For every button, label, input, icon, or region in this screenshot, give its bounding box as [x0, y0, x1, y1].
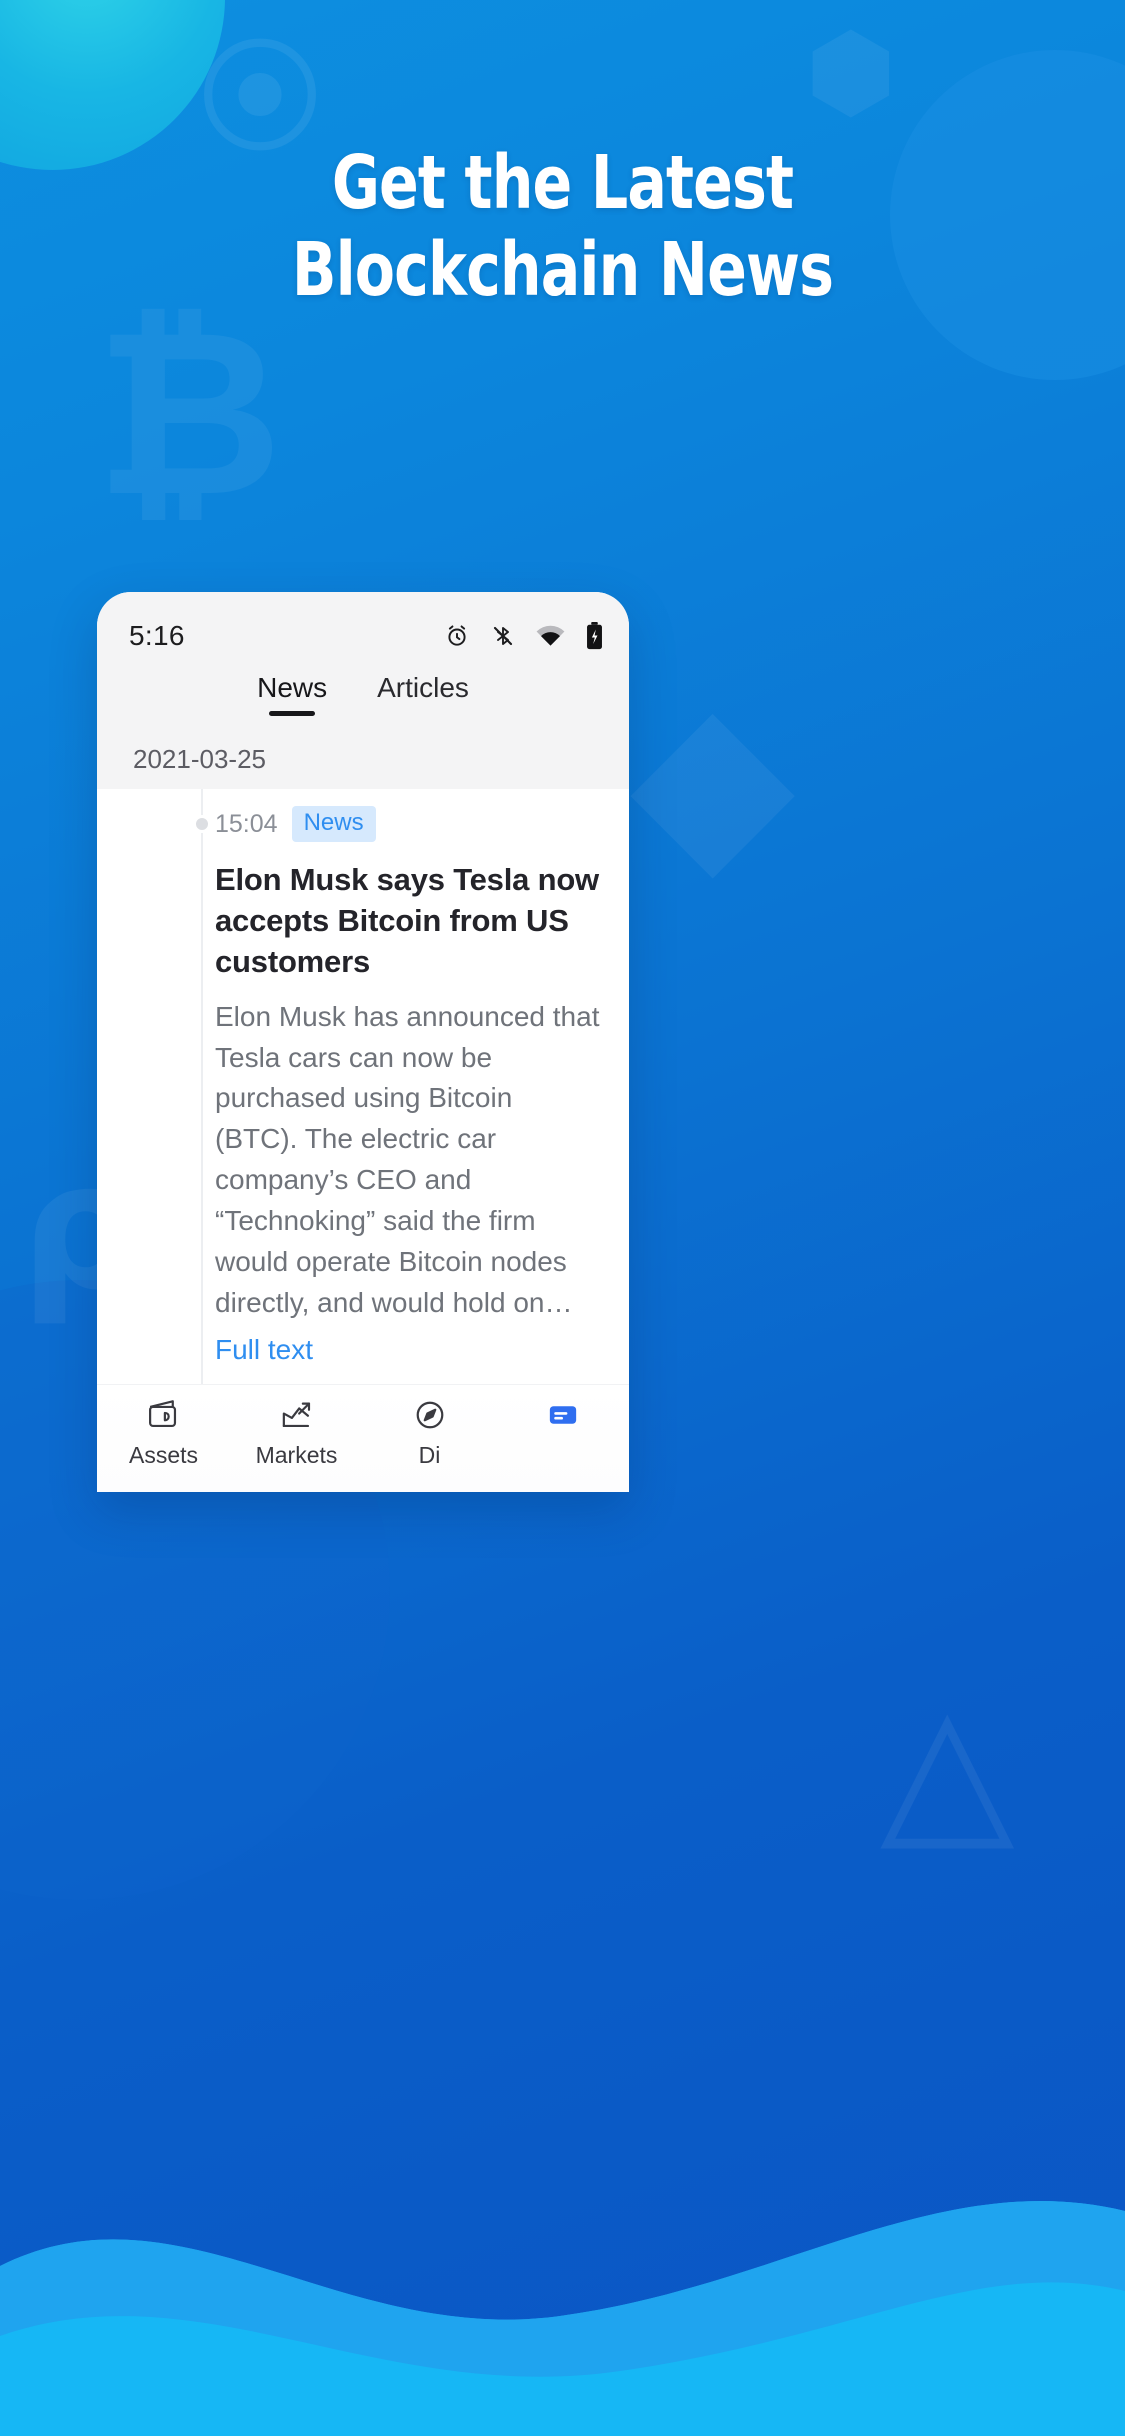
nav-item-discover-label: Di [418, 1442, 441, 1468]
nav-item-news[interactable] [496, 1397, 629, 1442]
status-bar-clock: 5:16 [129, 620, 185, 651]
nav-item-discover[interactable]: Di [363, 1397, 496, 1469]
headline-line-1: Get the Latest [331, 140, 794, 226]
phone-mockup: 5:16 News Articles 2021-03-25 15:04 News… [97, 592, 629, 1492]
news-item-summary: Elon Musk has announced that Tesla cars … [215, 1000, 600, 1318]
tab-news-label: News [257, 672, 328, 703]
news-item-time: 15:04 [215, 809, 278, 838]
tab-bar: News Articles [97, 666, 629, 740]
tab-active-indicator [269, 711, 316, 716]
news-item[interactable]: 15:04 News Elon Musk says Tesla now acce… [97, 789, 629, 1466]
timeline-dot-icon [193, 815, 211, 833]
compass-icon [411, 1397, 449, 1433]
nav-item-assets[interactable]: Assets [97, 1397, 230, 1469]
ethereum-watermark-icon: ◆ [630, 652, 796, 903]
hexagon-watermark-icon: ⬢ [805, 11, 897, 133]
bitcoin-watermark-icon: ₿ [95, 281, 283, 548]
news-item-title[interactable]: Elon Musk says Tesla now accepts Bitcoin… [215, 859, 601, 983]
tab-articles-label: Articles [377, 672, 469, 703]
nav-item-assets-label: Assets [128, 1442, 199, 1468]
full-text-link[interactable]: Full text [215, 1334, 601, 1366]
promo-headline: Get the Latest Blockchain News [68, 140, 1058, 315]
decorative-wave [0, 2201, 1125, 2436]
bluetooth-disabled-icon [491, 623, 515, 649]
headline-line-2: Blockchain News [291, 227, 834, 314]
tab-articles[interactable]: Articles [377, 672, 469, 716]
chart-line-icon [278, 1397, 316, 1433]
wifi-icon [536, 625, 565, 647]
date-header: 2021-03-25 [97, 740, 629, 789]
news-item-badge: News [291, 806, 376, 842]
wallet-icon [145, 1397, 183, 1433]
battery-charging-icon [586, 622, 603, 650]
nav-item-markets-label: Markets [255, 1442, 338, 1468]
status-bar: 5:16 [97, 592, 629, 666]
nav-item-markets[interactable]: Markets [230, 1397, 363, 1469]
news-icon [544, 1397, 582, 1433]
tab-news[interactable]: News [257, 672, 327, 716]
alarm-icon [444, 623, 470, 649]
bottom-navigation: Assets Markets Di [97, 1384, 629, 1492]
tron-watermark-icon: △ [880, 1666, 1015, 1869]
